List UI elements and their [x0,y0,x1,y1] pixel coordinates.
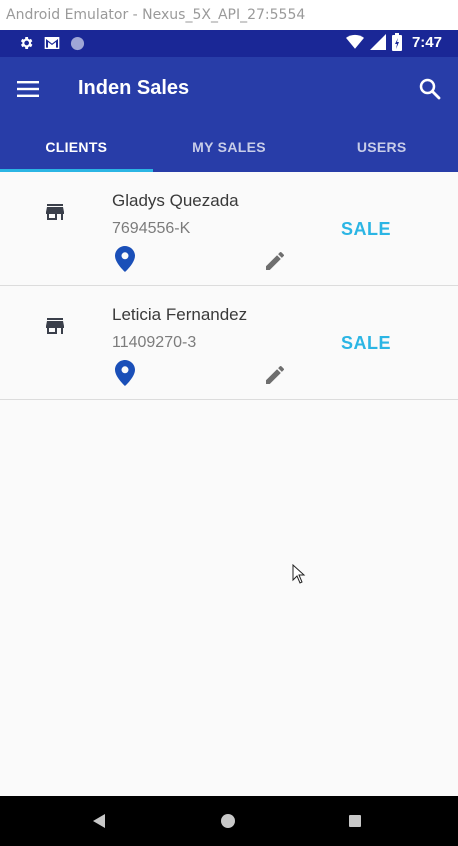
nav-home-icon[interactable] [221,814,235,828]
location-pin-icon[interactable] [115,360,135,386]
mouse-cursor-icon [292,564,306,584]
location-pin-icon[interactable] [115,246,135,272]
hamburger-menu-icon[interactable] [17,79,41,99]
sale-button[interactable]: SALE [330,326,402,360]
store-icon [46,318,64,334]
tab-clients[interactable]: CLIENTS [0,127,153,172]
gmail-icon [44,37,60,49]
sync-circle-icon [70,36,85,50]
client-name: Gladys Quezada [112,191,239,210]
app-title: Inden Sales [78,77,190,99]
tab-bar: CLIENTS MY SALES USERS [0,127,458,172]
emulator-window-title: Android Emulator - Nexus_5X_API_27:5554 [0,0,458,30]
battery-icon [391,33,402,51]
android-nav-bar [0,796,458,846]
nav-back-icon[interactable] [91,813,107,829]
nav-recents-icon[interactable] [349,815,361,827]
edit-pencil-icon[interactable] [263,249,287,273]
client-id: 7694556-K [112,220,191,237]
wifi-icon [345,34,364,49]
app-bar: Inden Sales CLIENTS MY SALES USERS [0,57,458,172]
tab-users[interactable]: USERS [305,127,458,172]
signal-icon [369,34,386,50]
status-bar: 7:47 [0,30,458,57]
client-row: Gladys Quezada 7694556-K SALE [0,172,458,286]
edit-pencil-icon[interactable] [263,363,287,387]
search-icon[interactable] [418,77,442,101]
status-time: 7:47 [411,33,442,51]
gear-icon [20,37,33,49]
client-name: Leticia Fernandez [112,305,248,324]
sale-button[interactable]: SALE [330,212,402,246]
tab-my-sales[interactable]: MY SALES [153,127,306,172]
client-row: Leticia Fernandez 11409270-3 SALE [0,286,458,400]
client-list: Gladys Quezada 7694556-K SALE Leticia Fe… [0,172,458,796]
store-icon [46,204,64,220]
client-id: 11409270-3 [112,334,197,351]
